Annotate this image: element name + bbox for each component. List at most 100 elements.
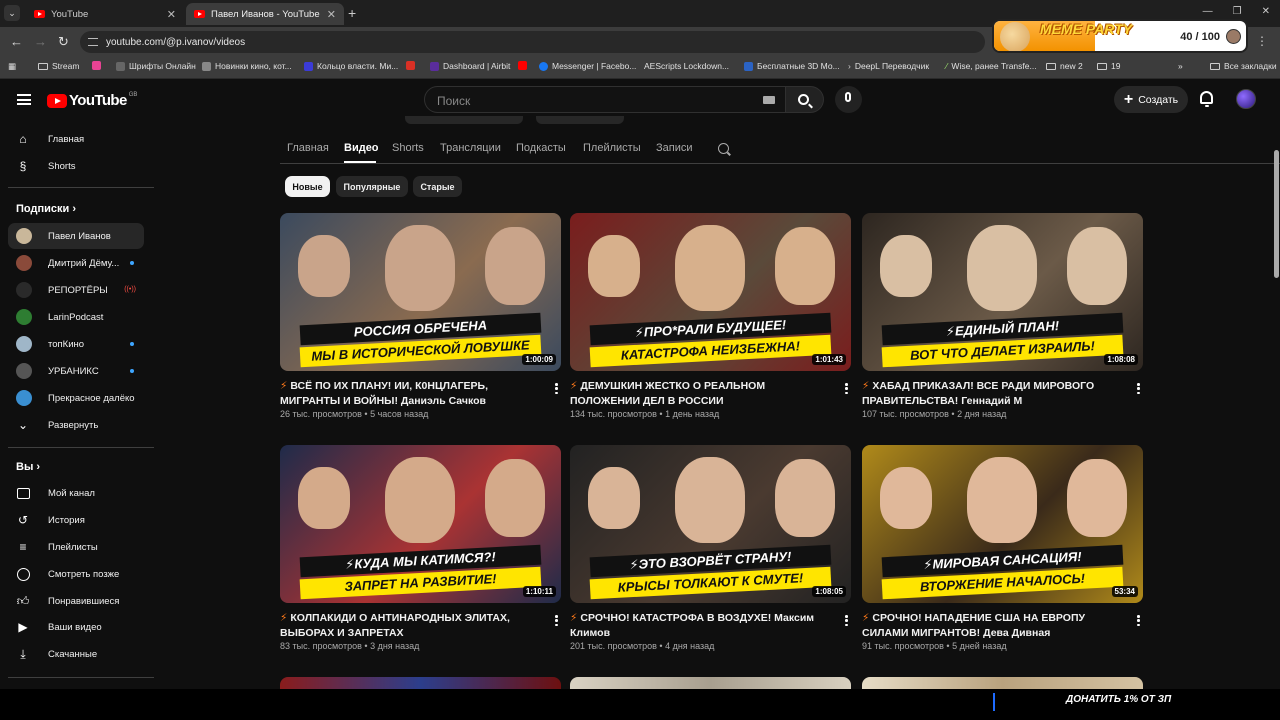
- back-arrow-icon[interactable]: ←: [10, 34, 23, 49]
- bookmark-fonts[interactable]: Шрифты Онлайн: [116, 61, 196, 71]
- partial-button[interactable]: [405, 116, 523, 124]
- search-button[interactable]: [786, 86, 824, 113]
- channel-search-icon[interactable]: [718, 143, 729, 154]
- video-title[interactable]: ⚡ СРОЧНО! НАПАДЕНИЕ США НА ЕВРОПУ СИЛАМИ …: [862, 611, 1118, 641]
- video-card[interactable]: ⚡КУДА МЫ КАТИМСЯ?! ЗАПРЕТ НА РАЗВИТИЕ! 1…: [280, 445, 561, 651]
- voice-search-button[interactable]: [835, 86, 862, 113]
- bookmark-icon-only[interactable]: [92, 61, 105, 70]
- bookmark-new2[interactable]: new 2: [1046, 61, 1083, 71]
- sidebar-sub-reporters[interactable]: РЕПОРТЁРЫ ((•)): [8, 277, 144, 303]
- video-title[interactable]: ⚡ ВСЁ ПО ИХ ПЛАНУ! ИИ, К0НЦЛАГЕРЬ, МИГРАН…: [280, 379, 536, 409]
- video-thumbnail[interactable]: РОССИЯ ОБРЕЧЕНА МЫ В ИСТОРИЧЕСКОЙ ЛОВУШК…: [280, 213, 561, 371]
- sidebar-sub-dmitry[interactable]: Дмитрий Дёму...: [8, 250, 144, 276]
- sidebar-sub-larin[interactable]: LarinPodcast: [8, 304, 144, 330]
- video-thumbnail[interactable]: ⚡ЭТО ВЗОРВЁТ СТРАНУ! КРЫСЫ ТОЛКАЮТ К СМУ…: [570, 445, 851, 603]
- site-info-icon[interactable]: [88, 38, 98, 46]
- bookmark-all[interactable]: Все закладки: [1210, 61, 1277, 71]
- chip-oldest[interactable]: Старые: [413, 176, 462, 197]
- sidebar-sub-urbanix[interactable]: УРБАНИКС: [8, 358, 144, 384]
- bookmark-deepl[interactable]: › DeepL Переводчик: [848, 61, 929, 71]
- sidebar-item-your-videos[interactable]: ▶ Ваши видео: [8, 614, 144, 640]
- bookmark-stream[interactable]: Stream: [38, 61, 79, 71]
- video-thumbnail[interactable]: ⚡ПРО*РАЛИ БУДУЩЕЕ! КАТАСТРОФА НЕИЗБЕЖНА!…: [570, 213, 851, 371]
- create-button[interactable]: + Создать: [1114, 86, 1188, 113]
- bookmark-airbit[interactable]: Dashboard | Airbit: [430, 61, 510, 71]
- video-more-options-icon[interactable]: [845, 383, 848, 395]
- video-thumbnail[interactable]: ⚡ЕДИНЫЙ ПЛАН! ВОТ ЧТО ДЕЛАЕТ ИЗРАИЛЬ! 1:…: [862, 213, 1143, 371]
- video-title[interactable]: ⚡ ХАБАД ПРИКАЗАЛ! ВСЕ РАДИ МИРОВОГО ПРАВИ…: [862, 379, 1118, 409]
- browser-menu-icon[interactable]: ⋮: [1256, 34, 1268, 48]
- browser-tab-youtube[interactable]: YouTube ✕: [26, 3, 184, 25]
- tab-shorts[interactable]: Shorts: [392, 142, 424, 154]
- notifications-bell-icon[interactable]: [1200, 91, 1213, 107]
- video-more-options-icon[interactable]: [1137, 383, 1140, 395]
- sidebar-item-playlists[interactable]: ≡ Плейлисты: [8, 534, 144, 560]
- sidebar-expand[interactable]: ⌄ Развернуть: [8, 412, 144, 438]
- bookmark-movies[interactable]: Новинки кино, кот...: [202, 61, 292, 71]
- reload-icon[interactable]: ↻: [58, 34, 69, 50]
- apps-grid-icon[interactable]: ▦: [8, 61, 16, 72]
- subscriptions-heading[interactable]: Подписки ›: [16, 203, 76, 215]
- bookmark-messenger[interactable]: Messenger | Facebo...: [539, 61, 636, 71]
- bookmarks-overflow-icon[interactable]: »: [1178, 61, 1183, 71]
- tab-home[interactable]: Главная: [287, 142, 329, 154]
- sidebar-item-history[interactable]: ↺ История: [8, 507, 144, 533]
- account-avatar[interactable]: [1236, 89, 1256, 109]
- sidebar-item-my-channel[interactable]: Мой канал: [8, 480, 144, 506]
- video-title[interactable]: ⚡ СРОЧНО! КАТАСТРОФА В ВОЗДУХЕ! Максим Кл…: [570, 611, 826, 641]
- tab-podcasts[interactable]: Подкасты: [516, 142, 566, 154]
- video-card[interactable]: ⚡МИРОВАЯ САНСАЦИЯ! ВТОРЖЕНИЕ НАЧАЛОСЬ! 5…: [862, 445, 1143, 651]
- video-thumbnail[interactable]: ⚡МИРОВАЯ САНСАЦИЯ! ВТОРЖЕНИЕ НАЧАЛОСЬ! 5…: [862, 445, 1143, 603]
- video-card[interactable]: РОССИЯ ОБРЕЧЕНА МЫ В ИСТОРИЧЕСКОЙ ЛОВУШК…: [280, 213, 561, 419]
- minimize-icon[interactable]: —: [1203, 6, 1213, 17]
- sidebar-item-liked[interactable]: 👍︎ Понравившиеся: [8, 588, 144, 614]
- sidebar-item-home[interactable]: ⌂ Главная: [8, 126, 144, 152]
- chip-popular[interactable]: Популярные: [336, 176, 408, 197]
- new-tab-button[interactable]: +: [348, 5, 356, 21]
- bookmark-aescripts[interactable]: AEScripts Lockdown...: [644, 61, 729, 71]
- you-heading[interactable]: Вы ›: [16, 461, 40, 473]
- sidebar-item-watch-later[interactable]: Смотреть позже: [8, 561, 144, 587]
- bookmark-rings[interactable]: Кольцо власти. Ми...: [304, 61, 398, 71]
- bookmark-wise[interactable]: ⁄ Wise, ранее Transfe...: [946, 61, 1037, 71]
- hamburger-menu-icon[interactable]: [17, 94, 31, 105]
- bookmark-19[interactable]: 19: [1097, 61, 1120, 71]
- close-window-icon[interactable]: ✕: [1262, 6, 1270, 17]
- forward-arrow-icon[interactable]: →: [34, 34, 47, 49]
- sidebar-sub-topkino[interactable]: топКино: [8, 331, 144, 357]
- restore-icon[interactable]: ❐: [1233, 6, 1242, 17]
- sidebar-sub-prekrasnoe[interactable]: Прекрасное далёко: [8, 385, 144, 411]
- video-more-options-icon[interactable]: [1137, 615, 1140, 627]
- video-more-options-icon[interactable]: [555, 383, 558, 395]
- video-thumbnail[interactable]: ⚡КУДА МЫ КАТИМСЯ?! ЗАПРЕТ НА РАЗВИТИЕ! 1…: [280, 445, 561, 603]
- page-scrollbar[interactable]: [1274, 150, 1279, 278]
- video-title[interactable]: ⚡ ДЕМУШКИН ЖЕСТКО О РЕАЛЬНОМ ПОЛОЖЕНИИ ДЕ…: [570, 379, 826, 409]
- video-duration: 53:34: [1111, 586, 1138, 597]
- video-title[interactable]: ⚡ КОЛПАКИДИ О АНТИНАРОДНЫХ ЭЛИТАХ, ВЫБОРА…: [280, 611, 536, 641]
- video-more-options-icon[interactable]: [845, 615, 848, 627]
- sidebar-item-downloads[interactable]: ⤓ Скачанные: [8, 641, 144, 667]
- tab-videos[interactable]: Видео: [344, 142, 379, 154]
- partial-button[interactable]: [536, 116, 625, 124]
- close-tab-icon[interactable]: ✕: [167, 8, 176, 21]
- search-input[interactable]: Поиск: [424, 86, 786, 113]
- tab-posts[interactable]: Записи: [656, 142, 693, 154]
- video-more-options-icon[interactable]: [555, 615, 558, 627]
- keyboard-icon[interactable]: [763, 96, 775, 104]
- video-card[interactable]: ⚡ЭТО ВЗОРВЁТ СТРАНУ! КРЫСЫ ТОЛКАЮТ К СМУ…: [570, 445, 851, 651]
- bookmark-3d[interactable]: Бесплатные 3D Мо...: [744, 61, 840, 71]
- video-card[interactable]: ⚡ПРО*РАЛИ БУДУЩЕЕ! КАТАСТРОФА НЕИЗБЕЖНА!…: [570, 213, 851, 419]
- sidebar-sub-pavel-ivanov[interactable]: Павел Иванов: [8, 223, 144, 249]
- close-tab-icon[interactable]: ✕: [327, 8, 336, 21]
- tab-playlists[interactable]: Плейлисты: [583, 142, 641, 154]
- youtube-logo[interactable]: YouTube GB: [47, 92, 137, 109]
- bookmark-gmail[interactable]: [406, 61, 419, 70]
- address-bar[interactable]: youtube.com/@p.ivanov/videos: [80, 31, 985, 53]
- chip-newest[interactable]: Новые: [285, 176, 330, 197]
- tab-live[interactable]: Трансляции: [440, 142, 501, 154]
- browser-tab-channel[interactable]: Павел Иванов - YouTube ✕: [186, 3, 344, 25]
- sidebar-item-shorts[interactable]: § Shorts: [8, 153, 144, 179]
- bookmark-youtube[interactable]: [518, 61, 531, 70]
- tab-search-menu-button[interactable]: ⌄: [4, 5, 20, 21]
- video-card[interactable]: ⚡ЕДИНЫЙ ПЛАН! ВОТ ЧТО ДЕЛАЕТ ИЗРАИЛЬ! 1:…: [862, 213, 1143, 419]
